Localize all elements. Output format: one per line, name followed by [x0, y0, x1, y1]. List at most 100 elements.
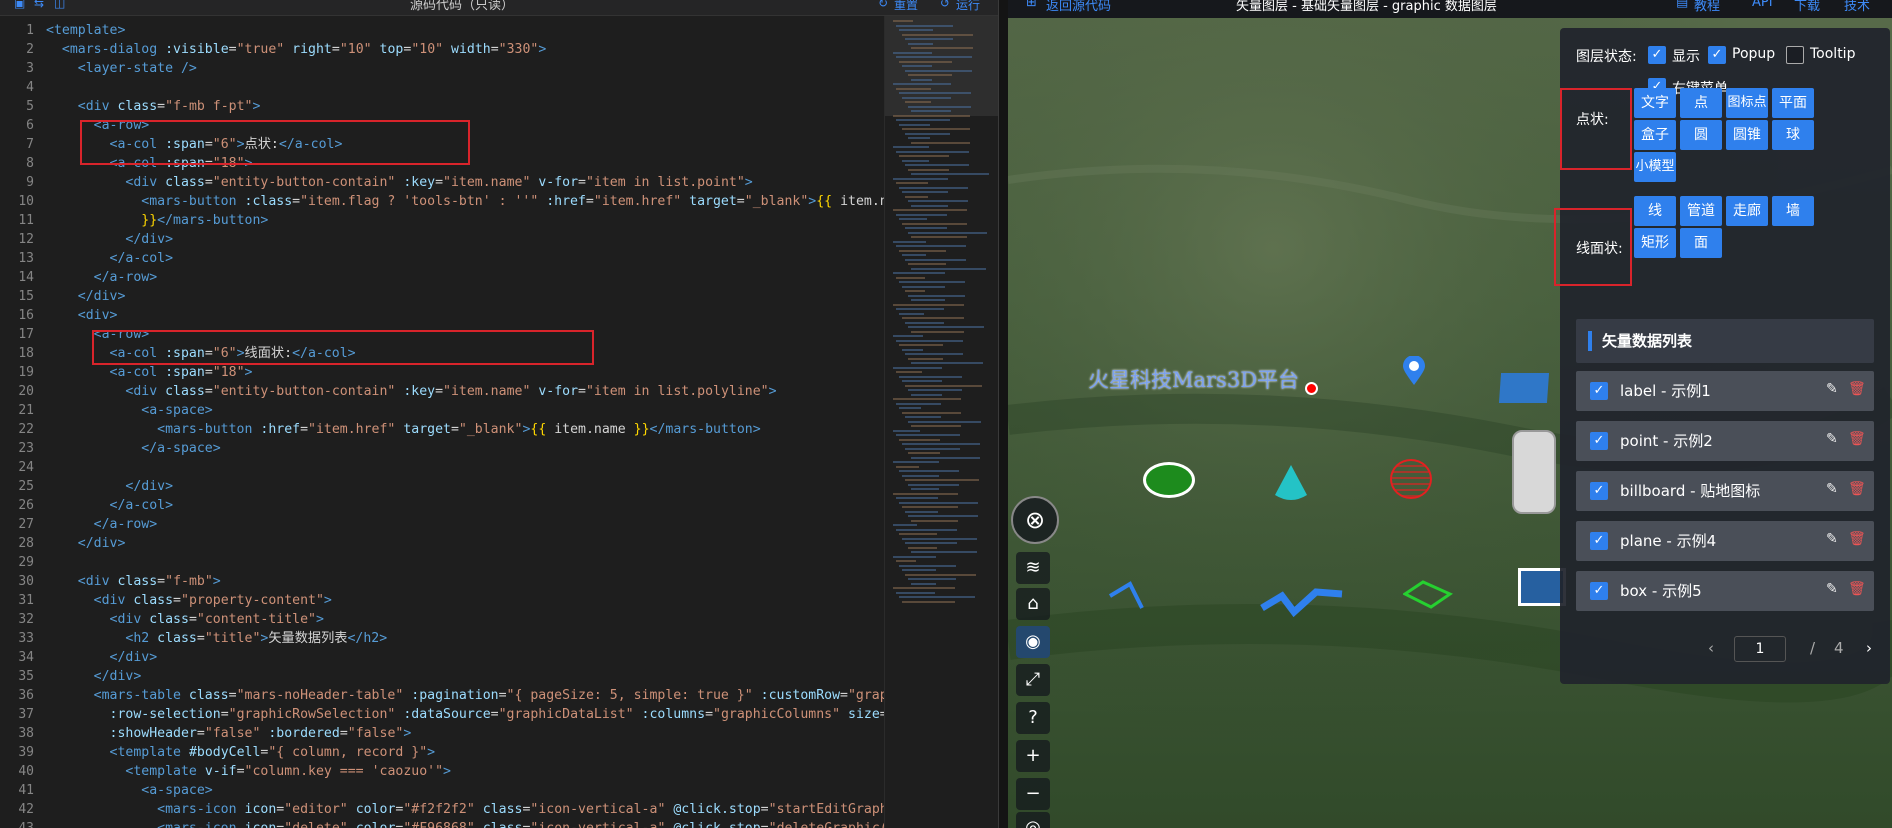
edit-icon[interactable]: ✎ — [1826, 431, 1838, 447]
file-icon[interactable]: ◫ — [54, 0, 65, 10]
code-line[interactable]: </a-row> — [46, 515, 158, 534]
code-line[interactable]: <div class="f-mb"> — [46, 572, 221, 591]
line-button[interactable]: 面 — [1680, 228, 1722, 258]
edit-icon[interactable]: ✎ — [1826, 531, 1838, 547]
run-icon[interactable]: ↺ — [940, 0, 950, 10]
table-row[interactable]: ✓ label - 示例1 ✎ 🗑 — [1576, 371, 1874, 411]
edit-icon[interactable]: ✎ — [1826, 381, 1838, 397]
line-button[interactable]: 走廊 — [1726, 196, 1768, 226]
tooltip-label[interactable]: Tooltip — [1810, 46, 1855, 62]
code-line[interactable]: <a-col :span="18"> — [46, 363, 253, 382]
table-row[interactable]: ✓ box - 示例5 ✎ 🗑 — [1576, 571, 1874, 611]
code-line[interactable]: <mars-icon icon="delete" color="#F96868"… — [46, 819, 911, 828]
plane-entity[interactable] — [1498, 373, 1550, 403]
edit-icon[interactable]: ✎ — [1826, 481, 1838, 497]
help-icon[interactable]: ? — [1016, 702, 1050, 734]
delete-icon[interactable]: 🗑 — [1848, 431, 1866, 447]
point-button[interactable]: 图标点 — [1726, 88, 1768, 118]
download-link[interactable]: 下载 — [1794, 0, 1820, 14]
api-link[interactable]: API — [1752, 0, 1773, 10]
code-line[interactable]: </a-row> — [46, 268, 158, 287]
code-line[interactable]: <template> — [46, 21, 125, 40]
reset-icon[interactable]: ↻ — [878, 0, 888, 10]
basemap-icon[interactable]: ◉ — [1016, 626, 1050, 658]
split-icon[interactable]: ⇆ — [34, 0, 44, 10]
row-checkbox[interactable]: ✓ — [1590, 382, 1608, 400]
line-button[interactable]: 矩形 — [1634, 228, 1676, 258]
code-line[interactable]: <mars-icon icon="editor" color="#f2f2f2"… — [46, 800, 911, 819]
delete-icon[interactable]: 🗑 — [1848, 481, 1866, 497]
polyline-entity-2[interactable] — [1260, 584, 1346, 618]
code-line[interactable]: <div class="entity-button-contain" :key=… — [46, 173, 752, 192]
home-icon[interactable]: ⌂ — [1016, 588, 1050, 620]
row-checkbox[interactable]: ✓ — [1590, 432, 1608, 450]
code-line[interactable]: <mars-table class="mars-noHeader-table" … — [46, 686, 912, 705]
line-button[interactable]: 墙 — [1772, 196, 1814, 226]
prev-page-button[interactable]: ‹ — [1708, 639, 1714, 657]
code-line[interactable]: <layer-state /> — [46, 59, 197, 78]
polygon-entity[interactable] — [1403, 580, 1453, 610]
code-line[interactable]: </a-col> — [46, 496, 174, 515]
point-marker[interactable] — [1305, 382, 1318, 395]
code-line[interactable]: </div> — [46, 477, 173, 496]
point-button[interactable]: 圆锥 — [1726, 120, 1768, 150]
code-line[interactable]: <mars-dialog :visible="true" right="10" … — [46, 40, 546, 59]
delete-icon[interactable]: 🗑 — [1848, 531, 1866, 547]
code-line[interactable]: <a-space> — [46, 401, 212, 420]
point-button[interactable]: 点 — [1680, 88, 1722, 118]
globe-icon[interactable]: ◎ — [1016, 812, 1050, 828]
code-line[interactable]: <div class="property-content"> — [46, 591, 332, 610]
table-row[interactable]: ✓ billboard - 贴地图标 ✎ 🗑 — [1576, 471, 1874, 511]
code-line[interactable]: <a-space> — [46, 781, 212, 800]
point-button[interactable]: 平面 — [1772, 88, 1814, 118]
layers-icon[interactable]: ≋ — [1016, 552, 1050, 584]
popup-checkbox[interactable]: ✓ — [1708, 46, 1726, 64]
point-button[interactable]: 文字 — [1634, 88, 1676, 118]
back-icon[interactable]: ⊞ — [1026, 0, 1037, 10]
support-link[interactable]: 技术 — [1844, 0, 1870, 14]
point-button[interactable]: 球 — [1772, 120, 1814, 150]
code-line[interactable]: <template v-if="column.key === 'caozuo'"… — [46, 762, 451, 781]
page-input[interactable]: 1 — [1734, 636, 1786, 662]
rectangle-entity[interactable] — [1518, 568, 1566, 606]
code-minimap[interactable] — [884, 16, 998, 828]
show-checkbox[interactable]: ✓ — [1648, 46, 1666, 64]
fullscreen-icon[interactable]: ⤢ — [1016, 664, 1050, 696]
code-line[interactable]: <h2 class="title">矢量数据列表</h2> — [46, 629, 387, 648]
code-line[interactable]: </a-space> — [46, 439, 220, 458]
run-button[interactable]: 运行 — [956, 0, 980, 13]
zoom-out-icon[interactable]: − — [1016, 778, 1050, 810]
code-line[interactable]: <template #bodyCell="{ column, record }"… — [46, 743, 436, 762]
code-line[interactable]: <div class="content-title"> — [46, 610, 324, 629]
car-model[interactable] — [1512, 430, 1556, 514]
edit-icon[interactable]: ✎ — [1826, 581, 1838, 597]
row-checkbox[interactable]: ✓ — [1590, 532, 1608, 550]
delete-icon[interactable]: 🗑 — [1848, 381, 1866, 397]
table-row[interactable]: ✓ plane - 示例4 ✎ 🗑 — [1576, 521, 1874, 561]
line-button[interactable]: 管道 — [1680, 196, 1722, 226]
code-line[interactable]: :showHeader="false" :bordered="false"> — [46, 724, 412, 743]
point-button[interactable]: 盒子 — [1634, 120, 1676, 150]
code-line[interactable]: </div> — [46, 667, 142, 686]
next-page-button[interactable]: › — [1866, 639, 1872, 657]
code-line[interactable]: </div> — [46, 534, 126, 553]
code-line[interactable]: <div class="f-mb f-pt"> — [46, 97, 261, 116]
point-button[interactable]: 圆 — [1680, 120, 1722, 150]
table-row[interactable]: ✓ point - 示例2 ✎ 🗑 — [1576, 421, 1874, 461]
back-to-source-link[interactable]: 返回源代码 — [1046, 0, 1111, 14]
circle-entity[interactable] — [1143, 462, 1195, 498]
row-checkbox[interactable]: ✓ — [1590, 482, 1608, 500]
tutorial-icon[interactable]: ▤ — [1676, 0, 1688, 10]
code-line[interactable]: </div> — [46, 287, 126, 306]
polyline-entity-1[interactable] — [1108, 578, 1168, 612]
popup-label[interactable]: Popup — [1732, 46, 1775, 62]
code-line[interactable]: </a-col> — [46, 249, 174, 268]
show-label[interactable]: 显示 — [1672, 46, 1700, 66]
pane-splitter[interactable] — [998, 0, 1008, 828]
tooltip-checkbox[interactable] — [1786, 46, 1804, 64]
delete-icon[interactable]: 🗑 — [1848, 581, 1866, 597]
code-line[interactable]: <div class="entity-button-contain" :key=… — [46, 382, 776, 401]
code-line[interactable]: <div> — [46, 306, 118, 325]
sphere-entity[interactable] — [1390, 459, 1432, 499]
reset-button[interactable]: 重置 — [894, 0, 918, 13]
